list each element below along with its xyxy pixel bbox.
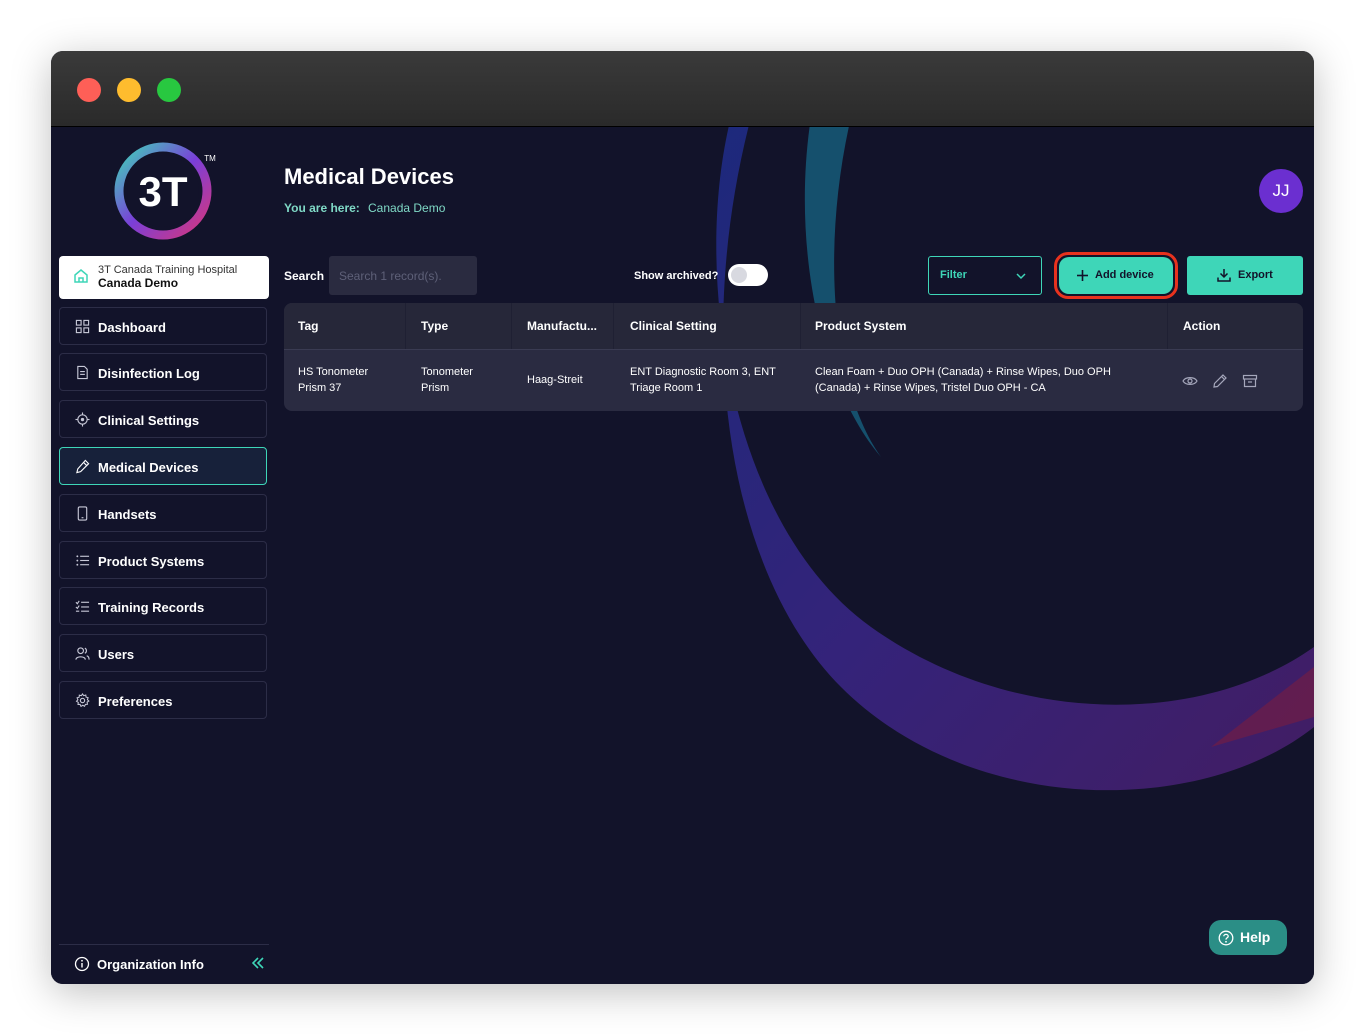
table-header: Tag Type Manufactu... Clinical Setting P… xyxy=(284,303,1303,350)
title-bar xyxy=(51,51,1314,127)
filter-label: Filter xyxy=(940,269,967,281)
column-divider xyxy=(511,303,512,349)
target-icon xyxy=(75,412,90,427)
column-header-product-system[interactable]: Product System xyxy=(815,319,906,333)
chevron-down-icon xyxy=(1016,273,1026,280)
home-icon xyxy=(74,269,88,283)
org-selector[interactable]: 3T Canada Training Hospital Canada Demo xyxy=(59,256,269,299)
column-header-manufacturer[interactable]: Manufactu... xyxy=(527,319,597,333)
sidebar-item-label: Handsets xyxy=(98,507,157,522)
devices-table: Tag Type Manufactu... Clinical Setting P… xyxy=(284,303,1303,411)
archive-icon[interactable] xyxy=(1242,373,1258,389)
sidebar-item-label: Dashboard xyxy=(98,320,166,335)
download-icon xyxy=(1217,269,1231,282)
org-hospital-name: 3T Canada Training Hospital xyxy=(98,264,238,276)
avatar[interactable]: JJ xyxy=(1259,169,1303,213)
column-header-action: Action xyxy=(1183,319,1221,333)
sidebar-item-label: Product Systems xyxy=(98,554,205,569)
info-icon xyxy=(74,956,90,972)
app-content: 3T TM 3T Canada Training Hospital Canada… xyxy=(51,127,1314,984)
double-chevron-left-icon[interactable] xyxy=(250,955,266,971)
cell-manufacturer: Haag-Streit xyxy=(527,374,583,386)
search-input[interactable] xyxy=(329,256,477,295)
sidebar-item-label: Users xyxy=(98,647,135,662)
sidebar-item-label: Training Records xyxy=(98,600,205,615)
help-label: Help xyxy=(1240,929,1271,945)
sidebar-item-users[interactable]: Users xyxy=(59,634,267,672)
column-divider xyxy=(1167,303,1168,349)
logo-text: 3T xyxy=(138,168,187,215)
pencil-icon[interactable] xyxy=(1212,373,1228,389)
add-device-button[interactable]: Add device xyxy=(1059,257,1173,294)
export-label: Export xyxy=(1238,269,1273,281)
sidebar-item-product-systems[interactable]: Product Systems xyxy=(59,541,267,579)
sidebar-item-dashboard[interactable]: Dashboard xyxy=(59,307,267,345)
question-circle-icon xyxy=(1218,930,1234,946)
organization-info-label: Organization Info xyxy=(97,957,204,972)
grid-icon xyxy=(75,319,90,334)
help-button[interactable]: Help xyxy=(1209,920,1287,955)
breadcrumb-label: You are here: xyxy=(284,201,360,215)
sidebar-item-training-records[interactable]: Training Records xyxy=(59,587,267,625)
logo-tm: TM xyxy=(204,154,216,163)
cell-type: Tonometer Prism xyxy=(421,366,473,394)
column-divider xyxy=(405,303,406,349)
sidebar-item-handsets[interactable]: Handsets xyxy=(59,494,267,532)
column-header-tag[interactable]: Tag xyxy=(298,319,318,333)
show-archived-toggle[interactable] xyxy=(728,264,768,286)
document-icon xyxy=(77,365,88,380)
column-divider xyxy=(613,303,614,349)
sidebar-item-label: Clinical Settings xyxy=(98,413,200,428)
pen-icon xyxy=(76,459,90,474)
3t-logo: 3T TM xyxy=(114,142,216,240)
organization-info-button[interactable]: Organization Info xyxy=(59,944,269,984)
column-header-type[interactable]: Type xyxy=(421,319,448,333)
breadcrumb-current[interactable]: Canada Demo xyxy=(368,201,445,215)
eye-icon[interactable] xyxy=(1182,373,1198,389)
cell-clinical-setting: ENT Diagnostic Room 3, ENT Triage Room 1 xyxy=(630,366,776,394)
org-name: Canada Demo xyxy=(98,276,179,290)
sidebar-item-medical-devices[interactable]: Medical Devices xyxy=(59,447,267,485)
export-button[interactable]: Export xyxy=(1187,256,1303,295)
sidebar: 3T TM 3T Canada Training Hospital Canada… xyxy=(51,127,281,984)
filter-dropdown[interactable]: Filter xyxy=(928,256,1042,295)
gear-icon xyxy=(75,693,90,708)
minimize-window-button[interactable] xyxy=(117,78,141,102)
sidebar-item-label: Preferences xyxy=(98,694,173,709)
close-window-button[interactable] xyxy=(77,78,101,102)
toggle-knob xyxy=(731,267,747,283)
sidebar-item-preferences[interactable]: Preferences xyxy=(59,681,267,719)
cell-tag: HS Tonometer Prism 37 xyxy=(298,366,369,394)
sidebar-item-label: Disinfection Log xyxy=(98,366,200,381)
plus-icon xyxy=(1077,270,1088,281)
add-device-label: Add device xyxy=(1095,269,1154,281)
sidebar-item-disinfection-log[interactable]: Disinfection Log xyxy=(59,353,267,391)
column-divider xyxy=(800,303,801,349)
users-icon xyxy=(75,647,90,660)
page-title: Medical Devices xyxy=(284,164,454,189)
sidebar-item-label: Medical Devices xyxy=(98,460,199,475)
show-archived-label: Show archived? xyxy=(634,270,719,282)
handset-icon xyxy=(77,506,88,521)
checklist-icon xyxy=(75,600,90,612)
list-icon xyxy=(76,555,90,566)
column-header-clinical-setting[interactable]: Clinical Setting xyxy=(630,319,717,333)
sidebar-item-clinical-settings[interactable]: Clinical Settings xyxy=(59,400,267,438)
maximize-window-button[interactable] xyxy=(157,78,181,102)
search-label: Search xyxy=(284,269,325,283)
cell-product-system: Clean Foam + Duo OPH (Canada) + Rinse Wi… xyxy=(815,366,1111,394)
app-window: 3T TM 3T Canada Training Hospital Canada… xyxy=(51,51,1314,984)
